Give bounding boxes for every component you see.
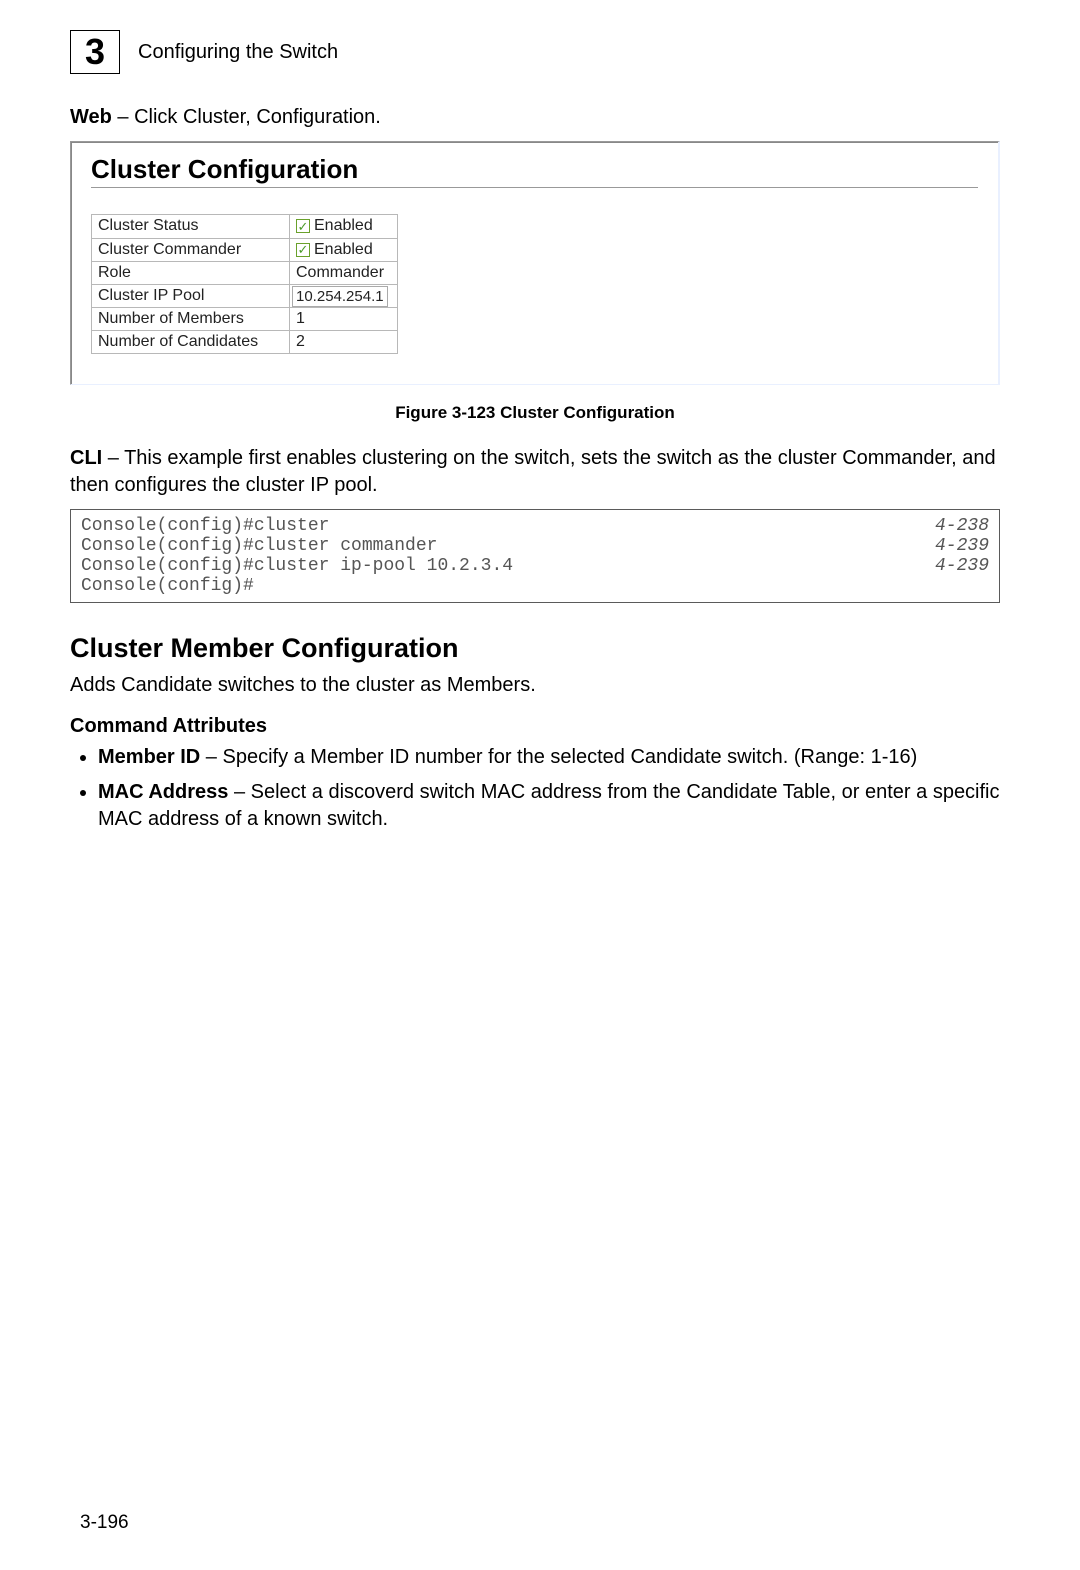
web-label: Web xyxy=(70,106,112,128)
cli-example: Console(config)#cluster 4-238 Console(co… xyxy=(70,509,1000,603)
cli-cmd-4: Console(config)# xyxy=(81,576,254,596)
members-value: 1 xyxy=(290,308,398,331)
attr-mac-address-text: – Select a discoverd switch MAC address … xyxy=(98,781,1000,830)
cluster-commander-checkbox-label: Enabled xyxy=(314,241,373,259)
cluster-status-checkbox-label: Enabled xyxy=(314,217,373,235)
attr-member-id: Member ID – Specify a Member ID number f… xyxy=(98,744,1000,771)
cli-ref-3: 4-239 xyxy=(935,556,989,576)
cluster-config-title: Cluster Configuration xyxy=(91,154,978,185)
cli-cmd-3: Console(config)#cluster ip-pool 10.2.3.4 xyxy=(81,556,513,576)
cluster-status-value: ✓ Enabled xyxy=(290,215,398,239)
divider xyxy=(91,187,978,188)
cluster-commander-checkbox[interactable]: ✓ xyxy=(296,243,310,257)
cli-text: – This example first enables clustering … xyxy=(70,447,996,496)
attr-mac-address-label: MAC Address xyxy=(98,781,228,803)
cluster-config-table: Cluster Status ✓ Enabled Cluster Command… xyxy=(91,214,398,354)
page-number: 3-196 xyxy=(80,1512,129,1534)
cluster-commander-value: ✓ Enabled xyxy=(290,238,398,262)
cluster-status-label: Cluster Status xyxy=(92,215,290,239)
cli-ref-1: 4-238 xyxy=(935,516,989,536)
cli-cmd-1: Console(config)#cluster xyxy=(81,516,329,536)
role-value: Commander xyxy=(290,262,398,285)
cli-line-1: Console(config)#cluster 4-238 xyxy=(81,516,989,536)
role-label: Role xyxy=(92,262,290,285)
ip-pool-input[interactable]: 10.254.254.1 xyxy=(292,286,388,307)
cluster-status-checkbox[interactable]: ✓ xyxy=(296,219,310,233)
chapter-title: Configuring the Switch xyxy=(138,41,338,64)
cli-line-4: Console(config)# xyxy=(81,576,989,596)
ip-pool-value-cell: 10.254.254.1 xyxy=(290,285,398,308)
cli-line-3: Console(config)#cluster ip-pool 10.2.3.4… xyxy=(81,556,989,576)
attr-member-id-text: – Specify a Member ID number for the sel… xyxy=(200,746,917,768)
row-cluster-commander: Cluster Commander ✓ Enabled xyxy=(92,238,398,262)
chapter-number-icon: 3 xyxy=(70,30,120,74)
page-header: 3 Configuring the Switch xyxy=(70,30,1000,74)
ip-pool-label: Cluster IP Pool xyxy=(92,285,290,308)
cluster-config-screenshot: Cluster Configuration Cluster Status ✓ E… xyxy=(70,141,1000,385)
web-text: – Click Cluster, Configuration. xyxy=(112,106,381,128)
cli-intro: CLI – This example first enables cluster… xyxy=(70,445,1000,499)
section-cluster-member-title: Cluster Member Configuration xyxy=(70,633,1000,664)
cli-cmd-2: Console(config)#cluster commander xyxy=(81,536,437,556)
command-attributes-title: Command Attributes xyxy=(70,715,1000,738)
command-attributes-list: Member ID – Specify a Member ID number f… xyxy=(70,744,1000,833)
candidates-value: 2 xyxy=(290,331,398,354)
row-ip-pool: Cluster IP Pool 10.254.254.1 xyxy=(92,285,398,308)
cli-line-2: Console(config)#cluster commander 4-239 xyxy=(81,536,989,556)
candidates-label: Number of Candidates xyxy=(92,331,290,354)
cluster-commander-label: Cluster Commander xyxy=(92,238,290,262)
attr-mac-address: MAC Address – Select a discoverd switch … xyxy=(98,779,1000,833)
row-candidates: Number of Candidates 2 xyxy=(92,331,398,354)
row-cluster-status: Cluster Status ✓ Enabled xyxy=(92,215,398,239)
attr-member-id-label: Member ID xyxy=(98,746,200,768)
figure-caption: Figure 3-123 Cluster Configuration xyxy=(70,403,1000,423)
section-cluster-member-intro: Adds Candidate switches to the cluster a… xyxy=(70,672,1000,699)
row-members: Number of Members 1 xyxy=(92,308,398,331)
cli-ref-2: 4-239 xyxy=(935,536,989,556)
cli-label: CLI xyxy=(70,447,102,469)
row-role: Role Commander xyxy=(92,262,398,285)
web-instruction: Web – Click Cluster, Configuration. xyxy=(70,104,1000,131)
members-label: Number of Members xyxy=(92,308,290,331)
chapter-number: 3 xyxy=(85,34,105,70)
